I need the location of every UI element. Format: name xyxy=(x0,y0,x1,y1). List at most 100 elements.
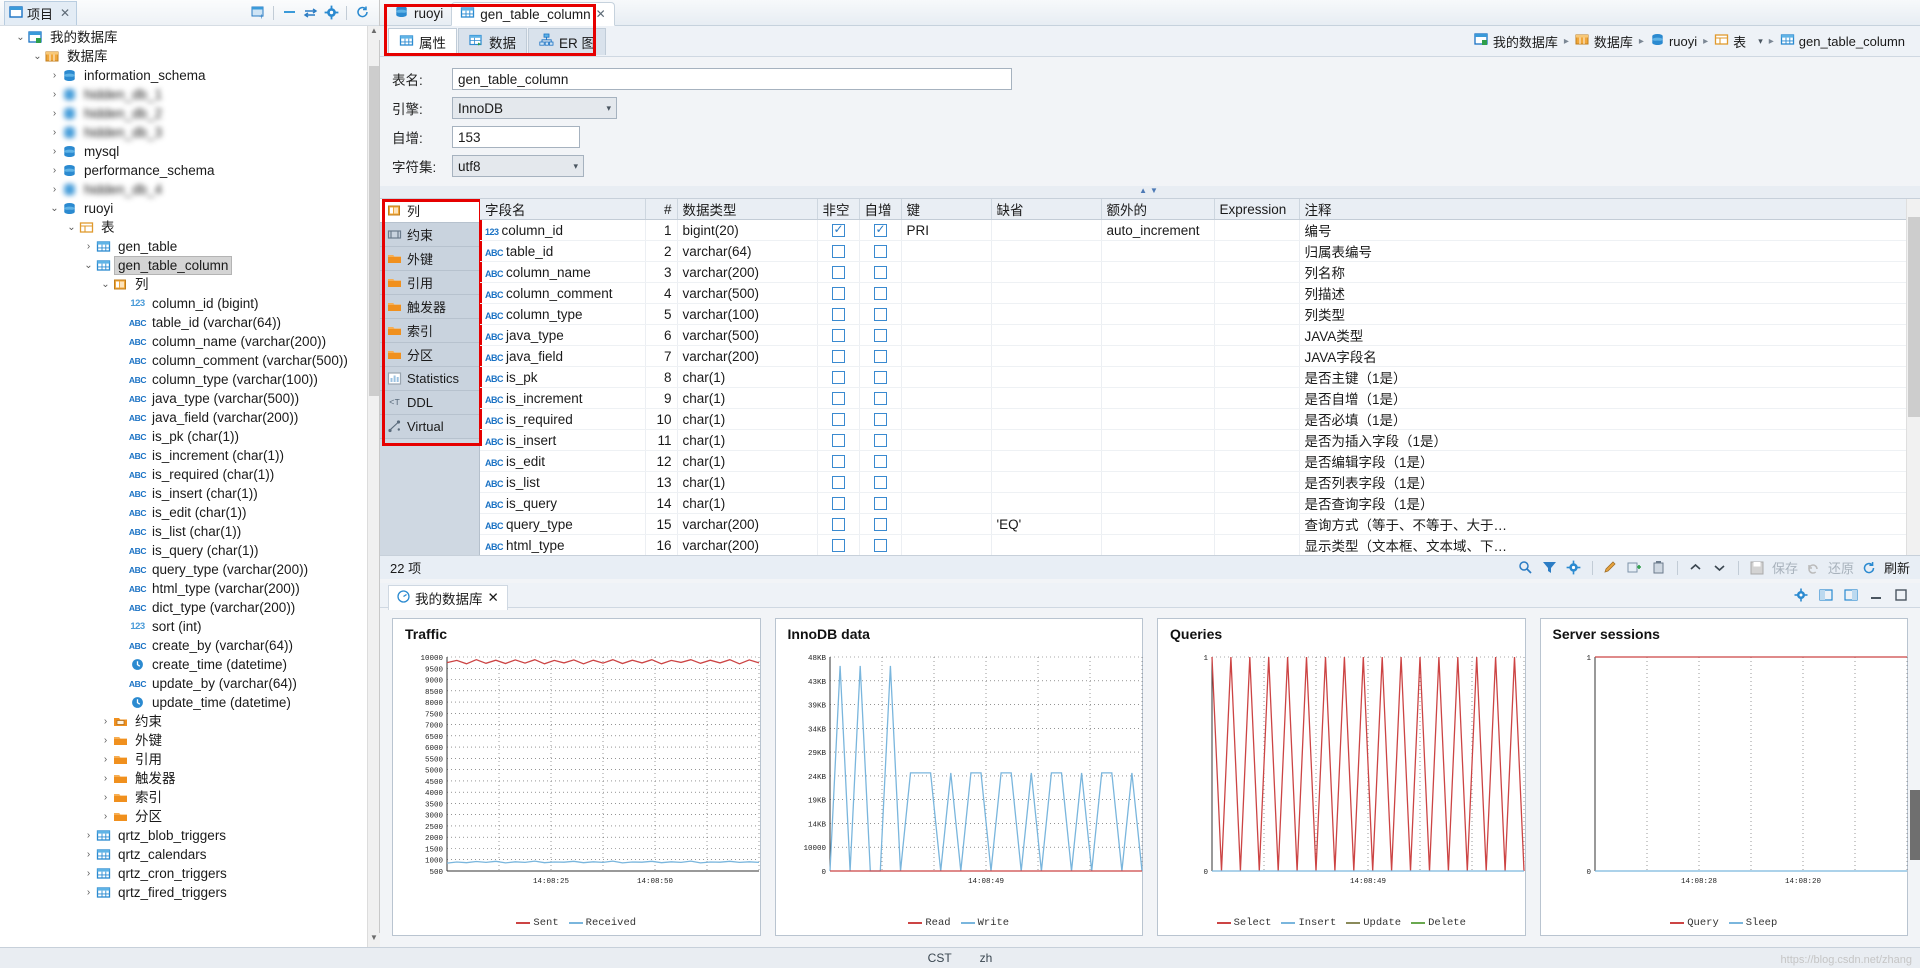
tree-node[interactable]: ⌄数据库 xyxy=(0,47,367,66)
tree-node[interactable]: ABCis_required (char(1)) xyxy=(0,465,367,484)
cell-extra[interactable] xyxy=(1101,472,1214,493)
cell-expression[interactable] xyxy=(1214,493,1299,514)
cell-comment[interactable]: 列描述 xyxy=(1299,283,1920,304)
editor-tab-ruoyi[interactable]: ruoyi xyxy=(386,1,451,25)
window-scrollbar-thumb[interactable] xyxy=(1910,790,1920,860)
columns-grid-wrapper[interactable]: 字段名#数据类型非空自增键缺省额外的Expression注释123column_… xyxy=(480,199,1920,555)
autoincrement-checkbox[interactable] xyxy=(874,350,887,363)
cell-datatype[interactable]: varchar(200) xyxy=(677,262,817,283)
cell-autoincrement[interactable] xyxy=(859,493,901,514)
cell-datatype[interactable]: varchar(100) xyxy=(677,304,817,325)
tree-node[interactable]: ›hidden_db_2 xyxy=(0,104,367,123)
cell-notnull[interactable] xyxy=(817,241,859,262)
tree-node[interactable]: ABCjava_type (varchar(500)) xyxy=(0,389,367,408)
cell-field-name[interactable]: ABCtable_id xyxy=(480,241,645,262)
cell-default[interactable] xyxy=(991,451,1101,472)
cell-autoincrement[interactable] xyxy=(859,346,901,367)
chevron-right-icon[interactable]: › xyxy=(48,89,61,100)
autoincrement-checkbox[interactable] xyxy=(874,308,887,321)
autoincrement-checkbox[interactable] xyxy=(874,266,887,279)
cell-autoincrement[interactable] xyxy=(859,325,901,346)
tree-node[interactable]: ›gen_table xyxy=(0,237,367,256)
cell-notnull[interactable] xyxy=(817,472,859,493)
tree-node[interactable]: 123column_id (bigint) xyxy=(0,294,367,313)
cell-notnull[interactable] xyxy=(817,262,859,283)
cell-extra[interactable] xyxy=(1101,430,1214,451)
cell-extra[interactable] xyxy=(1101,304,1214,325)
breadcrumb[interactable]: 我的数据库▸数据库▸ruoyi▸表▾▸gen_table_column xyxy=(1471,31,1920,52)
grid-column-header[interactable]: 字段名 xyxy=(480,199,645,220)
settings-icon[interactable] xyxy=(1565,559,1583,577)
editor-tab-gen_table_column[interactable]: gen_table_column✕ xyxy=(451,2,614,26)
autoincrement-checkbox[interactable] xyxy=(874,287,887,300)
cell-autoincrement[interactable] xyxy=(859,283,901,304)
table-row[interactable]: ABCis_list13char(1)是否列表字段（1是） xyxy=(480,472,1920,493)
tree-node[interactable]: ABCtable_id (varchar(64)) xyxy=(0,313,367,332)
chevron-right-icon[interactable]: › xyxy=(82,849,95,860)
tree-node[interactable]: create_time (datetime) xyxy=(0,655,367,674)
cell-default[interactable] xyxy=(991,388,1101,409)
chevron-right-icon[interactable]: › xyxy=(82,887,95,898)
move-down-icon[interactable] xyxy=(1711,559,1729,577)
new-connection-icon[interactable]: + xyxy=(249,4,267,22)
section-tab-1[interactable]: 约束 xyxy=(380,223,479,247)
section-tab-2[interactable]: 外键 xyxy=(380,247,479,271)
cell-key[interactable] xyxy=(901,409,991,430)
cell-notnull[interactable] xyxy=(817,493,859,514)
cell-default[interactable] xyxy=(991,367,1101,388)
cell-key[interactable] xyxy=(901,346,991,367)
tree-node[interactable]: ⌄ruoyi xyxy=(0,199,367,218)
grid-scrollbar[interactable] xyxy=(1906,199,1920,555)
cell-default[interactable] xyxy=(991,283,1101,304)
cell-expression[interactable] xyxy=(1214,283,1299,304)
chevron-down-icon[interactable]: ▾ xyxy=(1758,36,1763,47)
cell-field-name[interactable]: ABCis_query xyxy=(480,493,645,514)
cell-expression[interactable] xyxy=(1214,304,1299,325)
autoincrement-checkbox[interactable] xyxy=(874,224,887,237)
chevron-right-icon[interactable]: › xyxy=(48,127,61,138)
table-row[interactable]: ABChtml_type16varchar(200)显示类型（文本框、文本域、下… xyxy=(480,535,1920,556)
autoincrement-checkbox[interactable] xyxy=(874,329,887,342)
cell-default[interactable] xyxy=(991,304,1101,325)
cell-notnull[interactable] xyxy=(817,409,859,430)
chevron-right-icon[interactable]: › xyxy=(48,70,61,81)
tree-scrollbar[interactable]: ▲ ▼ xyxy=(367,26,379,947)
cell-key[interactable] xyxy=(901,241,991,262)
collapse-all-icon[interactable] xyxy=(280,4,298,22)
tree-node[interactable]: update_time (datetime) xyxy=(0,693,367,712)
cell-notnull[interactable] xyxy=(817,388,859,409)
breadcrumb-item[interactable]: 表▾ xyxy=(1711,31,1766,52)
cell-default[interactable] xyxy=(991,220,1101,241)
cell-comment[interactable]: 是否主键（1是） xyxy=(1299,367,1920,388)
tree-node[interactable]: ⌄gen_table_column xyxy=(0,256,367,275)
tree-node[interactable]: ›索引 xyxy=(0,788,367,807)
notnull-checkbox[interactable] xyxy=(832,350,845,363)
tree-node[interactable]: ABCcolumn_type (varchar(100)) xyxy=(0,370,367,389)
chevron-right-icon[interactable]: › xyxy=(82,830,95,841)
cell-datatype[interactable]: varchar(200) xyxy=(677,514,817,535)
object-editor-subtabs[interactable]: 属性数据ER 图 xyxy=(388,28,607,55)
cell-field-name[interactable]: ABCjava_field xyxy=(480,346,645,367)
delete-row-icon[interactable] xyxy=(1650,559,1668,577)
chevron-down-icon[interactable]: ⌄ xyxy=(65,222,78,233)
cell-expression[interactable] xyxy=(1214,388,1299,409)
cell-extra[interactable] xyxy=(1101,346,1214,367)
cell-key[interactable] xyxy=(901,472,991,493)
section-tab-6[interactable]: 分区 xyxy=(380,343,479,367)
autoincrement-checkbox[interactable] xyxy=(874,434,887,447)
table-row[interactable]: ABCcolumn_type5varchar(100)列类型 xyxy=(480,304,1920,325)
cell-key[interactable] xyxy=(901,535,991,556)
table-row[interactable]: ABCcolumn_name3varchar(200)列名称 xyxy=(480,262,1920,283)
notnull-checkbox[interactable] xyxy=(832,476,845,489)
section-tab-4[interactable]: 触发器 xyxy=(380,295,479,319)
grid-column-header[interactable]: # xyxy=(645,199,677,220)
link-editor-icon[interactable] xyxy=(301,4,319,22)
cell-datatype[interactable]: char(1) xyxy=(677,493,817,514)
cell-default[interactable] xyxy=(991,430,1101,451)
tree-node[interactable]: ABCis_query (char(1)) xyxy=(0,541,367,560)
cell-field-name[interactable]: ABCis_insert xyxy=(480,430,645,451)
tree-node[interactable]: ABCis_edit (char(1)) xyxy=(0,503,367,522)
tree-node[interactable]: ›qrtz_blob_triggers xyxy=(0,826,367,845)
notnull-checkbox[interactable] xyxy=(832,266,845,279)
cell-field-name[interactable]: ABCjava_type xyxy=(480,325,645,346)
